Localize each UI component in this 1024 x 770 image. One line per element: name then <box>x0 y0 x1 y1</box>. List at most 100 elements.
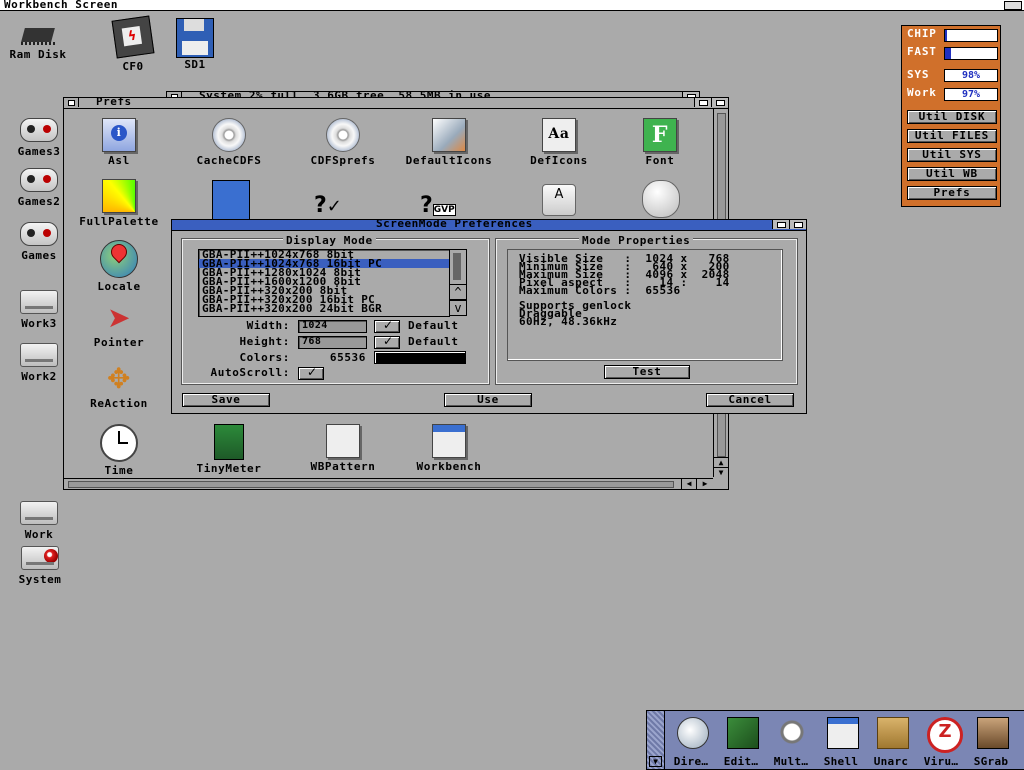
desktop-icon-work3[interactable]: Work3 <box>10 290 68 330</box>
prefs-icon-tinymeter[interactable]: TinyMeter <box>179 424 279 475</box>
chip-label: CHIP <box>907 27 937 40</box>
icon-label: TinyMeter <box>196 462 262 475</box>
save-button[interactable]: Save <box>182 393 270 407</box>
screenmode-dialog[interactable]: ScreenMode Preferences Display Mode GBA-… <box>171 217 807 414</box>
dock-drag-handle[interactable]: ▼ <box>647 711 665 769</box>
fast-meter <box>944 47 998 60</box>
autoscroll-label: AutoScroll: <box>210 366 290 379</box>
deficons-icon: Aa <box>542 118 576 152</box>
opus-icon <box>677 717 709 749</box>
mode-listview[interactable]: GBA-PII++1024x768 8bit GBA-PII++1024x768 … <box>198 249 450 317</box>
scroll-knob[interactable] <box>453 253 461 280</box>
depth-gadget[interactable] <box>789 220 806 229</box>
icon-label: Games3 <box>17 145 61 158</box>
prefs-icon-wbpattern[interactable]: WBPattern <box>293 424 393 473</box>
icon-label: Asl <box>108 154 130 167</box>
info-icon: i <box>102 118 136 152</box>
prefs-icon-screenmode[interactable] <box>212 180 250 222</box>
list-scrollbar[interactable] <box>449 249 467 285</box>
dock-label: Edit… <box>723 755 759 768</box>
properties-panel: Visible Size : 1024 x 768 Minimum Size : … <box>507 249 783 361</box>
colors-slider[interactable] <box>374 351 466 364</box>
screen-title-bar[interactable]: Workbench Screen <box>0 0 1024 11</box>
gamepad-drive-icon <box>20 222 58 246</box>
horizontal-scrollbar[interactable]: ◀ ▶ <box>64 478 713 489</box>
desktop-icon-games[interactable]: Games <box>10 222 68 262</box>
height-label: Height: <box>239 335 290 348</box>
dialog-title-bar[interactable]: ScreenMode Preferences <box>172 217 806 231</box>
desktop-icon-work2[interactable]: Work2 <box>10 343 68 383</box>
test-button[interactable]: Test <box>604 365 690 379</box>
globe-icon <box>100 240 138 278</box>
prefs-icon-asl[interactable]: i Asl <box>69 118 169 167</box>
screen-depth-gadget[interactable] <box>1004 1 1022 10</box>
scroll-knob[interactable] <box>68 481 674 488</box>
height-field[interactable]: 768 <box>298 336 367 349</box>
prefs-icon-deficons[interactable]: Aa DefIcons <box>509 118 609 167</box>
icon-label: ReAction <box>90 397 148 410</box>
reaction-icon: ✥ <box>106 362 132 395</box>
gamepad-drive-icon <box>20 168 58 192</box>
desktop-icon-ram-disk[interactable]: Ram Disk <box>4 24 72 61</box>
use-button[interactable]: Use <box>444 393 532 407</box>
desktop-icon-system[interactable]: System <box>10 546 70 586</box>
height-default-checkbox[interactable] <box>374 334 400 349</box>
dock-arrow-icon[interactable]: ▼ <box>649 756 662 767</box>
dock-item-sgrab[interactable]: SGrab <box>967 711 1015 769</box>
scroll-down-arrow[interactable]: ▼ <box>714 467 728 477</box>
prefs-icon-cdfsprefs[interactable]: CDFSprefs <box>293 118 393 167</box>
scroll-up-arrow[interactable]: ▲ <box>714 457 728 467</box>
dock-item-multiview[interactable]: Mult… <box>767 711 815 769</box>
close-gadget[interactable] <box>64 98 79 107</box>
prefs-button[interactable]: Prefs <box>907 186 997 200</box>
depth-gadget[interactable] <box>711 98 728 107</box>
mode-list-item[interactable]: GBA-PII++320x200 24bit BGR <box>199 303 449 314</box>
fast-label: FAST <box>907 45 937 58</box>
util-sys-button[interactable]: Util SYS <box>907 148 997 162</box>
prefs-icon-reaction[interactable]: ✥ ReAction <box>69 362 169 411</box>
prefs-icon-cachecdfs[interactable]: CacheCDFS <box>179 118 279 167</box>
pointer-icon: ➤ <box>106 301 132 334</box>
util-disk-button[interactable]: Util DISK <box>907 110 997 124</box>
prefs-icon-defaulticons[interactable]: DefaultIcons <box>399 118 499 167</box>
scroll-left-arrow[interactable]: ◀ <box>681 479 696 489</box>
mouse-icon[interactable] <box>642 180 680 218</box>
dock-item-directory-opus[interactable]: Dire… <box>667 711 715 769</box>
prefs-icon-time[interactable]: Time <box>69 424 169 477</box>
scroll-right-arrow[interactable]: ▶ <box>696 479 713 489</box>
prefs-icon-locale[interactable]: Locale <box>69 240 169 293</box>
cancel-button[interactable]: Cancel <box>706 393 794 407</box>
width-default-checkbox[interactable] <box>374 318 400 333</box>
prefs-icon-fullpalette[interactable]: FullPalette <box>69 179 169 228</box>
keyboard-icon[interactable]: A <box>542 184 576 216</box>
zoom-gadget[interactable] <box>772 220 789 229</box>
dock-label: Viru… <box>923 755 959 768</box>
sys-label: SYS <box>907 68 930 81</box>
dock-item-unarc[interactable]: Unarc <box>867 711 915 769</box>
editor-icon <box>727 717 759 749</box>
prefs-icon-workbench[interactable]: Workbench <box>399 424 499 473</box>
width-field[interactable]: 1024 <box>298 320 367 333</box>
window-title-bar[interactable]: Prefs <box>64 95 728 109</box>
dock-label: Shell <box>823 755 859 768</box>
desktop-icon-games2[interactable]: Games2 <box>10 168 68 208</box>
shell-icon <box>827 717 859 749</box>
desktop-icon-games3[interactable]: Games3 <box>10 118 68 158</box>
desktop-icon-cf0[interactable]: ϟ CF0 <box>108 15 158 73</box>
list-up-arrow[interactable]: ^ <box>449 284 467 300</box>
height-default-label: Default <box>408 335 459 348</box>
dock-item-viruschecker[interactable]: Z Viru… <box>917 711 965 769</box>
question-icon[interactable]: ?✓ <box>314 193 362 221</box>
util-wb-button[interactable]: Util WB <box>907 167 997 181</box>
system-disk-icon <box>21 546 59 570</box>
autoscroll-checkbox[interactable] <box>298 365 324 380</box>
prefs-icon-font[interactable]: F Font <box>610 118 710 167</box>
dock-item-editor[interactable]: Edit… <box>717 711 765 769</box>
zoom-gadget[interactable] <box>694 98 711 107</box>
dock-item-shell[interactable]: Shell <box>817 711 865 769</box>
desktop-icon-work[interactable]: Work <box>10 501 68 541</box>
util-files-button[interactable]: Util FILES <box>907 129 997 143</box>
list-down-arrow[interactable]: v <box>449 300 467 316</box>
prefs-icon-pointer[interactable]: ➤ Pointer <box>69 301 169 350</box>
desktop-icon-sd1[interactable]: SD1 <box>172 18 218 71</box>
